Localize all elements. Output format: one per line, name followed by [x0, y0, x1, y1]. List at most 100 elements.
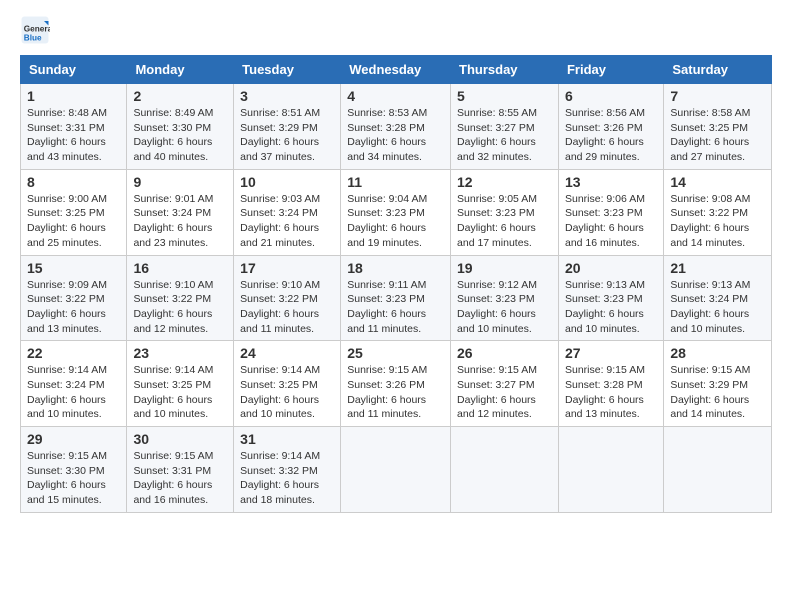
header-cell-thursday: Thursday [451, 56, 559, 84]
day-cell: 1Sunrise: 8:48 AMSunset: 3:31 PMDaylight… [21, 84, 127, 170]
day-number: 28 [670, 345, 765, 361]
day-cell: 4 Sunrise: 8:53 AMSunset: 3:28 PMDaylight… [341, 84, 451, 170]
day-cell: 26 Sunrise: 9:15 AMSunset: 3:27 PMDayligh… [451, 341, 559, 427]
day-number: 17 [240, 260, 334, 276]
day-cell: 23 Sunrise: 9:14 AMSunset: 3:25 PMDayligh… [127, 341, 234, 427]
day-number: 22 [27, 345, 120, 361]
day-cell: 22 Sunrise: 9:14 AMSunset: 3:24 PMDayligh… [21, 341, 127, 427]
day-cell: 9 Sunrise: 9:01 AMSunset: 3:24 PMDaylight… [127, 169, 234, 255]
day-cell: 15Sunrise: 9:09 AMSunset: 3:22 PMDayligh… [21, 255, 127, 341]
day-cell: 27 Sunrise: 9:15 AMSunset: 3:28 PMDayligh… [558, 341, 663, 427]
day-cell [558, 427, 663, 513]
header: General Blue [20, 15, 772, 45]
day-number: 23 [133, 345, 227, 361]
day-number: 3 [240, 88, 334, 104]
day-number: 27 [565, 345, 657, 361]
day-info: Sunrise: 9:15 AMSunset: 3:27 PMDaylight:… [457, 363, 552, 422]
header-cell-wednesday: Wednesday [341, 56, 451, 84]
day-number: 24 [240, 345, 334, 361]
day-cell: 5 Sunrise: 8:55 AMSunset: 3:27 PMDaylight… [451, 84, 559, 170]
svg-text:General: General [24, 25, 50, 34]
day-cell: 30 Sunrise: 9:15 AMSunset: 3:31 PMDayligh… [127, 427, 234, 513]
day-cell: 24 Sunrise: 9:14 AMSunset: 3:25 PMDayligh… [234, 341, 341, 427]
day-info: Sunrise: 9:13 AMSunset: 3:24 PMDaylight:… [670, 278, 765, 337]
day-cell: 31 Sunrise: 9:14 AMSunset: 3:32 PMDayligh… [234, 427, 341, 513]
day-info: Sunrise: 9:15 AMSunset: 3:26 PMDaylight:… [347, 363, 444, 422]
day-cell: 17 Sunrise: 9:10 AMSunset: 3:22 PMDayligh… [234, 255, 341, 341]
header-cell-saturday: Saturday [664, 56, 772, 84]
day-cell: 29 Sunrise: 9:15 AMSunset: 3:30 PMDayligh… [21, 427, 127, 513]
day-number: 26 [457, 345, 552, 361]
day-info: Sunrise: 9:10 AMSunset: 3:22 PMDaylight:… [133, 278, 227, 337]
day-number: 10 [240, 174, 334, 190]
day-cell: 7Sunrise: 8:58 AMSunset: 3:25 PMDaylight… [664, 84, 772, 170]
day-info: Sunrise: 8:55 AMSunset: 3:27 PMDaylight:… [457, 106, 552, 165]
logo-icon: General Blue [20, 15, 50, 45]
day-cell: 18Sunrise: 9:11 AMSunset: 3:23 PMDayligh… [341, 255, 451, 341]
logo: General Blue [20, 15, 54, 45]
day-cell: 25 Sunrise: 9:15 AMSunset: 3:26 PMDayligh… [341, 341, 451, 427]
day-number: 11 [347, 174, 444, 190]
day-number: 25 [347, 345, 444, 361]
day-info: Sunrise: 8:53 AMSunset: 3:28 PMDaylight:… [347, 106, 444, 165]
week-row-4: 22 Sunrise: 9:14 AMSunset: 3:24 PMDayligh… [21, 341, 772, 427]
day-cell [664, 427, 772, 513]
week-row-5: 29 Sunrise: 9:15 AMSunset: 3:30 PMDayligh… [21, 427, 772, 513]
header-cell-monday: Monday [127, 56, 234, 84]
day-cell: 19 Sunrise: 9:12 AMSunset: 3:23 PMDayligh… [451, 255, 559, 341]
day-cell: 8 Sunrise: 9:00 AMSunset: 3:25 PMDaylight… [21, 169, 127, 255]
day-number: 29 [27, 431, 120, 447]
day-cell: 21 Sunrise: 9:13 AMSunset: 3:24 PMDayligh… [664, 255, 772, 341]
day-number: 14 [670, 174, 765, 190]
week-row-2: 8 Sunrise: 9:00 AMSunset: 3:25 PMDaylight… [21, 169, 772, 255]
week-row-3: 15Sunrise: 9:09 AMSunset: 3:22 PMDayligh… [21, 255, 772, 341]
day-cell: 6Sunrise: 8:56 AMSunset: 3:26 PMDaylight… [558, 84, 663, 170]
day-number: 5 [457, 88, 552, 104]
day-info: Sunrise: 9:05 AMSunset: 3:23 PMDaylight:… [457, 192, 552, 251]
day-number: 12 [457, 174, 552, 190]
day-cell: 3Sunrise: 8:51 AMSunset: 3:29 PMDaylight… [234, 84, 341, 170]
day-info: Sunrise: 8:58 AMSunset: 3:25 PMDaylight:… [670, 106, 765, 165]
day-number: 9 [133, 174, 227, 190]
day-info: Sunrise: 9:14 AMSunset: 3:32 PMDaylight:… [240, 449, 334, 508]
day-info: Sunrise: 9:14 AMSunset: 3:25 PMDaylight:… [240, 363, 334, 422]
week-row-1: 1Sunrise: 8:48 AMSunset: 3:31 PMDaylight… [21, 84, 772, 170]
day-info: Sunrise: 9:15 AMSunset: 3:28 PMDaylight:… [565, 363, 657, 422]
day-info: Sunrise: 9:00 AMSunset: 3:25 PMDaylight:… [27, 192, 120, 251]
header-row: SundayMondayTuesdayWednesdayThursdayFrid… [21, 56, 772, 84]
day-cell: 10 Sunrise: 9:03 AMSunset: 3:24 PMDayligh… [234, 169, 341, 255]
day-info: Sunrise: 9:15 AMSunset: 3:31 PMDaylight:… [133, 449, 227, 508]
day-info: Sunrise: 9:14 AMSunset: 3:25 PMDaylight:… [133, 363, 227, 422]
day-info: Sunrise: 8:56 AMSunset: 3:26 PMDaylight:… [565, 106, 657, 165]
day-info: Sunrise: 9:15 AMSunset: 3:30 PMDaylight:… [27, 449, 120, 508]
day-info: Sunrise: 9:14 AMSunset: 3:24 PMDaylight:… [27, 363, 120, 422]
day-info: Sunrise: 9:04 AMSunset: 3:23 PMDaylight:… [347, 192, 444, 251]
svg-text:Blue: Blue [24, 34, 42, 43]
day-info: Sunrise: 9:03 AMSunset: 3:24 PMDaylight:… [240, 192, 334, 251]
day-info: Sunrise: 9:10 AMSunset: 3:22 PMDaylight:… [240, 278, 334, 337]
day-cell: 11 Sunrise: 9:04 AMSunset: 3:23 PMDayligh… [341, 169, 451, 255]
day-info: Sunrise: 8:49 AMSunset: 3:30 PMDaylight:… [133, 106, 227, 165]
day-number: 13 [565, 174, 657, 190]
day-cell: 13 Sunrise: 9:06 AMSunset: 3:23 PMDayligh… [558, 169, 663, 255]
day-number: 30 [133, 431, 227, 447]
header-cell-friday: Friday [558, 56, 663, 84]
day-info: Sunrise: 9:01 AMSunset: 3:24 PMDaylight:… [133, 192, 227, 251]
day-number: 1 [27, 88, 120, 104]
header-cell-sunday: Sunday [21, 56, 127, 84]
day-number: 31 [240, 431, 334, 447]
day-number: 18 [347, 260, 444, 276]
day-info: Sunrise: 9:12 AMSunset: 3:23 PMDaylight:… [457, 278, 552, 337]
day-info: Sunrise: 9:06 AMSunset: 3:23 PMDaylight:… [565, 192, 657, 251]
day-cell: 12 Sunrise: 9:05 AMSunset: 3:23 PMDayligh… [451, 169, 559, 255]
day-number: 21 [670, 260, 765, 276]
main-container: General Blue SundayMondayTuesdayWednesda… [0, 0, 792, 523]
day-number: 4 [347, 88, 444, 104]
day-info: Sunrise: 9:08 AMSunset: 3:22 PMDaylight:… [670, 192, 765, 251]
day-number: 8 [27, 174, 120, 190]
day-number: 19 [457, 260, 552, 276]
day-cell: 28Sunrise: 9:15 AMSunset: 3:29 PMDayligh… [664, 341, 772, 427]
day-number: 16 [133, 260, 227, 276]
day-info: Sunrise: 9:09 AMSunset: 3:22 PMDaylight:… [27, 278, 120, 337]
day-cell: 16 Sunrise: 9:10 AMSunset: 3:22 PMDayligh… [127, 255, 234, 341]
